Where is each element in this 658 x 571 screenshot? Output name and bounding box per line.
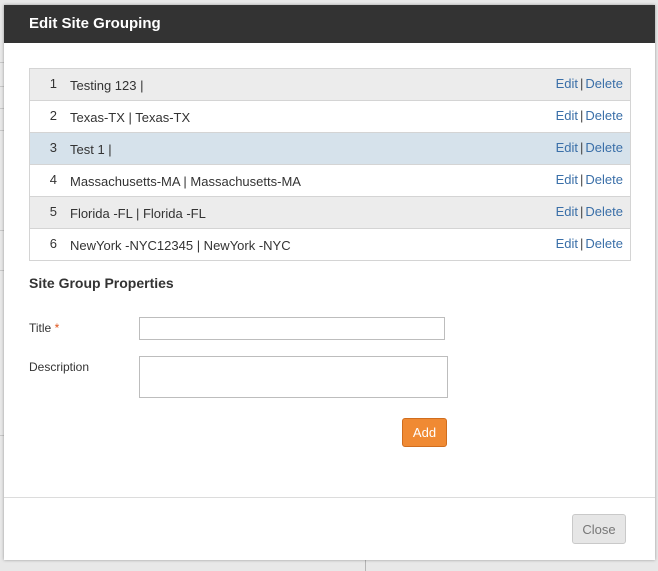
row-name: NewYork -NYC12345 | NewYork -NYC: [70, 238, 291, 253]
row-actions: Edit | Delete: [556, 172, 623, 187]
edit-link[interactable]: Edit: [556, 108, 578, 123]
table-row: 5 Florida -FL | Florida -FL Edit | Delete: [30, 197, 630, 229]
delete-link[interactable]: Delete: [585, 172, 623, 187]
dialog-title: Edit Site Grouping: [4, 5, 655, 43]
edit-link[interactable]: Edit: [556, 76, 578, 91]
close-button[interactable]: Close: [572, 514, 626, 544]
title-input[interactable]: [139, 317, 445, 340]
row-name: Texas-TX | Texas-TX: [70, 110, 191, 125]
delete-link[interactable]: Delete: [585, 76, 623, 91]
table-row: 6 NewYork -NYC12345 | NewYork -NYC Edit |…: [30, 229, 630, 261]
table-row: 1 Testing 123 | Edit | Delete: [30, 69, 630, 101]
required-marker: *: [54, 321, 60, 335]
description-input[interactable]: [139, 356, 448, 398]
edit-link[interactable]: Edit: [556, 172, 578, 187]
row-actions: Edit | Delete: [556, 140, 623, 155]
row-actions: Edit | Delete: [556, 204, 623, 219]
edit-link[interactable]: Edit: [556, 204, 578, 219]
delete-link[interactable]: Delete: [585, 236, 623, 251]
description-label: Description: [29, 360, 90, 374]
add-button[interactable]: Add: [402, 418, 447, 447]
delete-link[interactable]: Delete: [585, 140, 623, 155]
row-index: 5: [49, 204, 57, 219]
title-label-text: Title: [29, 321, 52, 335]
row-name: Florida -FL | Florida -FL: [70, 206, 206, 221]
footer-divider: [4, 497, 655, 498]
row-index: 4: [49, 172, 57, 187]
delete-link[interactable]: Delete: [585, 108, 623, 123]
row-index: 2: [49, 108, 57, 123]
edit-link[interactable]: Edit: [556, 236, 578, 251]
properties-section-title: Site Group Properties: [29, 275, 174, 291]
row-name: Testing 123 |: [70, 78, 144, 93]
delete-link[interactable]: Delete: [585, 204, 623, 219]
table-row: 4 Massachusetts-MA | Massachusetts-MA Ed…: [30, 165, 630, 197]
row-actions: Edit | Delete: [556, 108, 623, 123]
row-name: Massachusetts-MA | Massachusetts-MA: [70, 174, 301, 189]
row-index: 1: [49, 76, 57, 91]
row-index: 3: [49, 140, 57, 155]
title-label: Title *: [29, 321, 59, 335]
edit-link[interactable]: Edit: [556, 140, 578, 155]
table-row: 2 Texas-TX | Texas-TX Edit | Delete: [30, 101, 630, 133]
site-group-table: 1 Testing 123 | Edit | Delete 2 Texas-TX |…: [29, 68, 631, 261]
row-name: Test 1 |: [70, 142, 112, 157]
row-actions: Edit | Delete: [556, 236, 623, 251]
row-index: 6: [49, 236, 57, 251]
row-actions: Edit | Delete: [556, 76, 623, 91]
edit-site-grouping-dialog: Edit Site Grouping 1 Testing 123 | Edit |…: [4, 5, 655, 560]
table-row-selected: 3 Test 1 | Edit | Delete: [30, 133, 630, 165]
